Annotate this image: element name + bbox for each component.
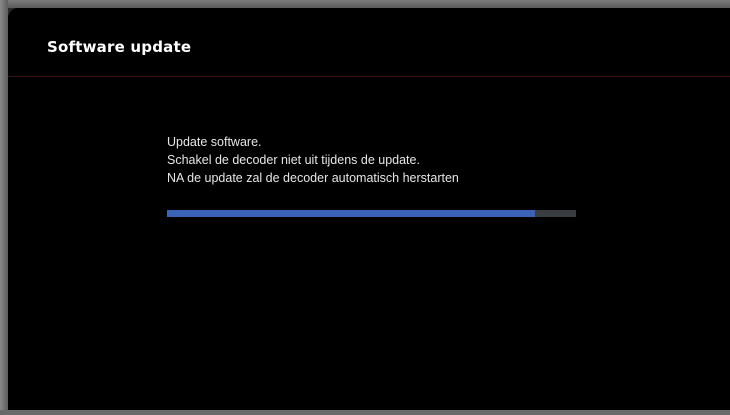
progress-fill — [167, 210, 536, 217]
screen-header: Software update — [8, 8, 730, 77]
tv-bezel: Software update Update software. Schakel… — [0, 0, 730, 415]
bezel-top-edge — [0, 0, 730, 8]
page-title: Software update — [47, 38, 192, 56]
tv-screen: Software update Update software. Schakel… — [8, 8, 730, 410]
update-message: Update software. Schakel de decoder niet… — [167, 133, 459, 187]
message-line-warning: Schakel de decoder niet uit tijdens de u… — [167, 153, 420, 167]
bezel-left-edge — [0, 0, 8, 415]
bezel-bottom-edge — [0, 410, 730, 415]
message-line-restart: NA de update zal de decoder automatisch … — [167, 171, 459, 185]
message-line-update: Update software. — [167, 135, 262, 149]
update-progress-bar — [167, 210, 576, 217]
